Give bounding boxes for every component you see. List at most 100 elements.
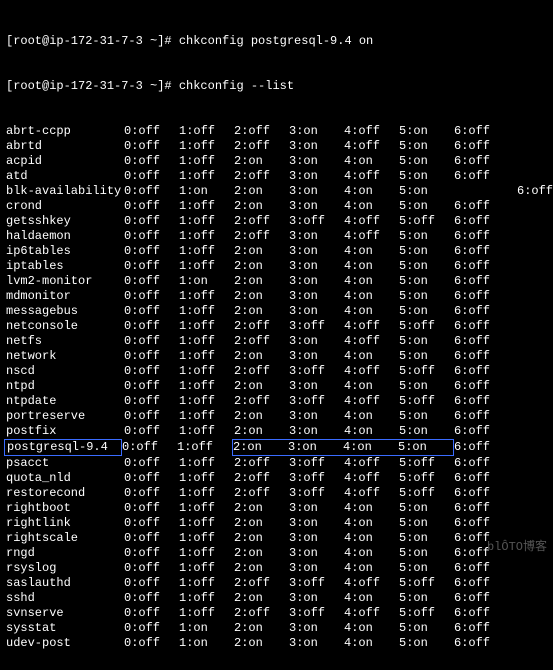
- runlevel-6-state: 6:off: [454, 394, 509, 409]
- service-name: quota_nld: [6, 471, 124, 486]
- runlevel-5-state: 5:on: [399, 259, 454, 274]
- runlevel-6-state: 6:off: [454, 621, 509, 636]
- runlevel-2-state: 2:off: [234, 214, 289, 229]
- runlevel-6-state: 6:off: [454, 244, 509, 259]
- runlevel-3-state: 3:on: [289, 334, 344, 349]
- runlevel-3-state: 3:on: [289, 274, 344, 289]
- prompt: [root@ip-172-31-7-3 ~]#: [6, 34, 179, 49]
- runlevel-5-state: 5:on: [398, 440, 453, 455]
- service-row: svnserve0:off1:off2:off3:off4:off5:off6:…: [6, 606, 547, 621]
- runlevel-0-state: 0:off: [124, 456, 179, 471]
- runlevel-4-state: 4:on: [344, 379, 399, 394]
- runlevel-5-state: 5:on: [399, 591, 454, 606]
- runlevel-4-state: 4:off: [344, 486, 399, 501]
- service-row: rightscale0:off1:off2:on3:on4:on5:on6:of…: [6, 531, 547, 546]
- runlevel-6-state: 6:off: [454, 319, 509, 334]
- runlevel-0-state: 0:off: [124, 424, 179, 439]
- runlevel-3-state: 3:on: [289, 229, 344, 244]
- runlevel-2-state: 2:on: [234, 409, 289, 424]
- runlevel-6-state: 6:off: [454, 471, 509, 486]
- service-name: abrt-ccpp: [6, 124, 124, 139]
- runlevel-3-state: 3:on: [289, 409, 344, 424]
- runlevel-4-state: 4:on: [344, 154, 399, 169]
- runlevel-5-state: 5:on: [399, 409, 454, 424]
- runlevel-5-state: 5:on: [399, 546, 454, 561]
- runlevel-1-state: 1:off: [179, 259, 234, 274]
- runlevel-6-state: 6:off: [454, 501, 509, 516]
- runlevel-4-state: 4:on: [344, 259, 399, 274]
- runlevel-4-state: 4:on: [344, 546, 399, 561]
- service-row: rightboot0:off1:off2:on3:on4:on5:on6:off: [6, 501, 547, 516]
- runlevel-4-state: 4:on: [344, 621, 399, 636]
- runlevel-6-state: 6:off: [454, 139, 509, 154]
- runlevel-2-state: 2:off: [234, 334, 289, 349]
- service-row: quota_nld0:off1:off2:off3:off4:off5:off6…: [6, 471, 547, 486]
- service-name: iptables: [6, 259, 124, 274]
- service-row: portreserve0:off1:off2:on3:on4:on5:on6:o…: [6, 409, 547, 424]
- runlevel-0-state: 0:off: [124, 124, 179, 139]
- runlevel-2-state: 2:on: [234, 184, 289, 199]
- runlevel-6-state: 6:off: [454, 561, 509, 576]
- runlevel-6-state: 6:off: [454, 289, 509, 304]
- service-name: ip6tables: [6, 244, 124, 259]
- runlevel-0-state: 0:off: [124, 199, 179, 214]
- service-name: acpid: [6, 154, 124, 169]
- service-name: rsyslog: [6, 561, 124, 576]
- service-name: mdmonitor: [6, 289, 124, 304]
- service-name: ntpdate: [6, 394, 124, 409]
- runlevel-5-state: 5:on: [399, 229, 454, 244]
- runlevel-0-state: 0:off: [124, 244, 179, 259]
- runlevel-0-state: 0:off: [124, 486, 179, 501]
- runlevel-5-state: 5:off: [399, 456, 454, 471]
- runlevel-3-state: 3:off: [289, 486, 344, 501]
- runlevel-5-state: 5:on: [399, 304, 454, 319]
- service-name: sshd: [6, 591, 124, 606]
- runlevel-5-state: 5:on: [399, 244, 454, 259]
- runlevel-6-state: 6:off: [454, 440, 509, 455]
- runlevel-6-state: 6:off: [454, 364, 509, 379]
- service-name: rightboot: [6, 501, 124, 516]
- service-row: rngd0:off1:off2:on3:on4:on5:on6:off: [6, 546, 547, 561]
- runlevel-3-state: 3:off: [289, 456, 344, 471]
- runlevel-3-state: 3:on: [289, 636, 344, 651]
- service-name: sysstat: [6, 621, 124, 636]
- service-row: abrt-ccpp0:off1:off2:off3:on4:off5:on6:o…: [6, 124, 547, 139]
- runlevel-4-state: 4:off: [344, 124, 399, 139]
- runlevel-1-state: 1:off: [179, 304, 234, 319]
- service-row: netconsole0:off1:off2:off3:off4:off5:off…: [6, 319, 547, 334]
- runlevel-1-state: 1:off: [179, 456, 234, 471]
- runlevel-5-state: 5:on: [399, 274, 454, 289]
- runlevel-0-state: 0:off: [124, 169, 179, 184]
- runlevel-5-state: 5:off: [399, 214, 454, 229]
- command-text: chkconfig postgresql-9.4 on: [179, 34, 373, 49]
- prompt: [root@ip-172-31-7-3 ~]#: [6, 79, 179, 94]
- runlevel-4-state: 4:on: [344, 501, 399, 516]
- runlevel-3-state: 3:on: [289, 124, 344, 139]
- service-row: ip6tables0:off1:off2:on3:on4:on5:on6:off: [6, 244, 547, 259]
- service-row: mdmonitor0:off1:off2:on3:on4:on5:on6:off: [6, 289, 547, 304]
- runlevel-0-state: 0:off: [122, 440, 177, 455]
- service-name: netfs: [6, 334, 124, 349]
- service-name: getsshkey: [6, 214, 124, 229]
- runlevel-5-state: 5:on: [399, 334, 454, 349]
- service-row: atd0:off1:off2:off3:on4:off5:on6:off: [6, 169, 547, 184]
- runlevel-6-state: 6:off: [454, 214, 509, 229]
- runlevel-1-state: 1:on: [179, 636, 234, 651]
- runlevel-0-state: 0:off: [124, 304, 179, 319]
- service-name: netconsole: [6, 319, 124, 334]
- runlevel-6-state: 6:off: [454, 424, 509, 439]
- runlevel-2-state: 2:on: [234, 259, 289, 274]
- runlevel-6-state: 6:off: [454, 199, 509, 214]
- runlevel-2-state: 2:on: [234, 501, 289, 516]
- runlevel-2-state: 2:on: [234, 199, 289, 214]
- service-row: getsshkey0:off1:off2:off3:off4:off5:off6…: [6, 214, 547, 229]
- runlevel-5-state: 5:off: [399, 471, 454, 486]
- runlevel-5-state: 5:on: [399, 154, 454, 169]
- service-row: postgresql-9.40:off1:off2:on3:on4:on5:on…: [6, 439, 547, 456]
- terminal-output: [root@ip-172-31-7-3 ~]# chkconfig postgr…: [0, 0, 553, 670]
- runlevel-3-state: 3:on: [289, 259, 344, 274]
- runlevel-3-state: 3:on: [289, 531, 344, 546]
- runlevel-5-state: 5:on: [399, 169, 454, 184]
- runlevel-5-state: 5:on: [399, 561, 454, 576]
- runlevel-5-state: 5:on: [399, 124, 454, 139]
